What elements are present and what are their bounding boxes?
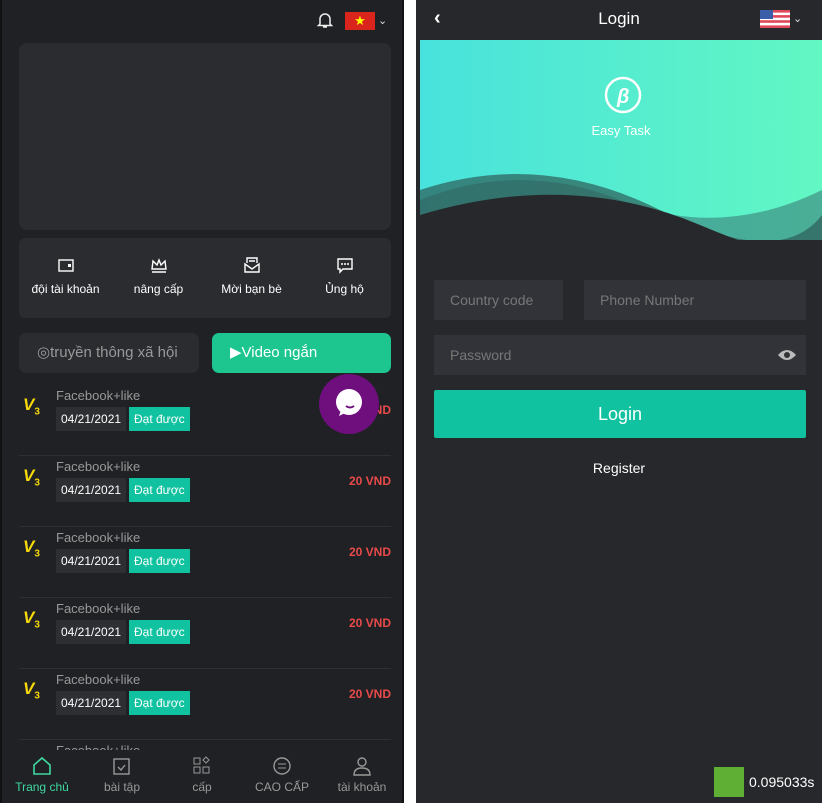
tab-short-video[interactable]: ▶Video ngắn: [212, 333, 391, 373]
menu-item-support[interactable]: Ủng hộ: [298, 238, 391, 318]
password-input[interactable]: Password: [434, 335, 806, 375]
task-date: 04/21/2021: [56, 407, 127, 431]
task-date: 04/21/2021: [56, 620, 127, 644]
level-badge-icon: V3: [23, 608, 40, 631]
nav-premium[interactable]: CAO CẤP: [242, 750, 322, 803]
tasks-icon: [113, 758, 130, 775]
login-header: ‹ Login ⌄: [416, 0, 822, 40]
timer-logo-icon: [714, 767, 744, 797]
chevron-down-icon[interactable]: ⌄: [378, 14, 387, 27]
country-code-input[interactable]: Country code: [434, 280, 563, 320]
vietnam-flag-icon[interactable]: ★: [345, 12, 375, 30]
task-title: Facebook+like: [56, 601, 141, 616]
task-row[interactable]: V3 Facebook+like 04/21/2021 Đạt được 20 V…: [19, 598, 391, 669]
bottom-nav: Trang chủ bài tập cấp CAO CẤP tài khoản: [2, 750, 402, 803]
register-link[interactable]: Register: [416, 460, 822, 476]
chat-icon: [336, 258, 353, 274]
nav-account[interactable]: tài khoản: [322, 750, 402, 803]
task-amount: 20 VND: [348, 687, 391, 701]
status-badge: Đạt được: [129, 407, 190, 431]
play-icon: ▶: [230, 344, 242, 361]
phone-number-input[interactable]: Phone Number: [584, 280, 806, 320]
menu-item-upgrade[interactable]: nâng cấp: [112, 238, 205, 318]
mail-icon: [243, 257, 260, 273]
task-row[interactable]: V3 Facebook+like 04/21/2021 Đạt được 20 V…: [19, 527, 391, 598]
level-badge-icon: V3: [23, 679, 40, 702]
nav-home[interactable]: Trang chủ: [2, 750, 82, 803]
wallet-icon: [57, 259, 74, 272]
task-title: Facebook+like: [56, 530, 141, 545]
svg-text:β: β: [616, 86, 629, 108]
task-row[interactable]: V3 Facebook+like 04/21/2021 Đạt được 20 V…: [19, 669, 391, 740]
exchange-icon: [273, 757, 291, 775]
quick-menu: đội tài khoản nâng cấp Mời bạn bè Ủng hộ: [19, 238, 391, 318]
level-badge-icon: V3: [23, 537, 40, 560]
user-icon: [353, 757, 371, 776]
banner[interactable]: [19, 43, 391, 230]
login-screen: ‹ Login ⌄ β Easy Task Country code Phone…: [416, 0, 822, 803]
task-amount: 20 VND: [348, 545, 391, 559]
nav-tasks[interactable]: bài tập: [82, 750, 162, 803]
timer-badge: 0.095033s: [714, 767, 814, 797]
status-badge: Đạt được: [129, 691, 190, 715]
hero-banner: β Easy Task: [420, 40, 822, 240]
task-date: 04/21/2021: [56, 478, 127, 502]
eye-icon[interactable]: [777, 347, 797, 363]
home-screen: ★ ⌄ đội tài khoản nâng cấp Mời bạn bè Ủn…: [0, 0, 404, 803]
apps-icon: [193, 756, 210, 774]
task-row[interactable]: V3 Facebook+like 04/21/2021 Đạt được 20 V…: [19, 456, 391, 527]
login-button[interactable]: Login: [434, 390, 806, 438]
social-icon: ◎: [37, 344, 51, 361]
level-badge-icon: V3: [23, 466, 40, 489]
chevron-down-icon[interactable]: ⌄: [793, 12, 802, 25]
status-badge: Đạt được: [129, 549, 190, 573]
crown-icon: [150, 258, 167, 273]
chat-support-button[interactable]: [319, 374, 379, 434]
task-amount: 20 VND: [348, 474, 391, 488]
speech-bubble-icon: [336, 389, 362, 416]
status-badge: Đạt được: [129, 620, 190, 644]
status-badge: Đạt được: [129, 478, 190, 502]
menu-item-team[interactable]: đội tài khoản: [19, 238, 112, 318]
task-date: 04/21/2021: [56, 691, 127, 715]
nav-level[interactable]: cấp: [162, 750, 242, 803]
tab-social-media[interactable]: ◎truyền thông xã hội: [19, 333, 199, 373]
task-amount: 20 VND: [348, 616, 391, 630]
top-bar: ★ ⌄: [2, 0, 402, 42]
easy-task-logo: β: [604, 76, 642, 114]
home-icon: [33, 756, 51, 775]
us-flag-icon[interactable]: [760, 10, 790, 28]
bell-icon[interactable]: [316, 11, 334, 29]
task-title: Facebook+like: [56, 388, 141, 403]
menu-item-invite[interactable]: Mời bạn bè: [205, 238, 298, 318]
task-date: 04/21/2021: [56, 549, 127, 573]
level-badge-icon: V3: [23, 395, 40, 418]
brand-name: Easy Task: [591, 123, 651, 138]
task-title: Facebook+like: [56, 672, 141, 687]
wave-decoration: [420, 174, 822, 240]
task-title: Facebook+like: [56, 459, 141, 474]
